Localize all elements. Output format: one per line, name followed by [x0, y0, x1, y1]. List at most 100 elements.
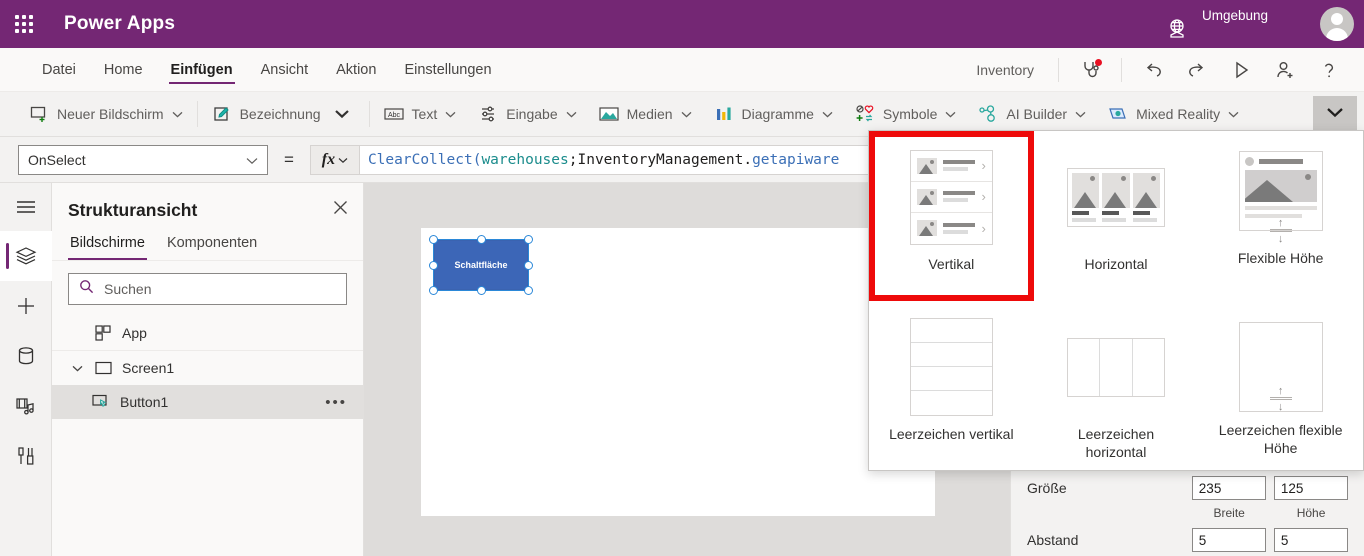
resize-handle-se[interactable]	[524, 286, 533, 295]
ribbon-medien[interactable]: Medien	[588, 92, 703, 137]
chevron-down-icon	[945, 105, 956, 123]
ribbon-new-screen[interactable]: Neuer Bildschirm	[18, 92, 194, 137]
ribbon-text[interactable]: Abc Text	[373, 92, 468, 137]
fx-label: fx	[321, 150, 336, 168]
chevron-down-icon	[1228, 105, 1239, 123]
tree-view-header: Strukturansicht	[52, 183, 363, 231]
mixed-reality-icon	[1108, 104, 1128, 124]
resize-handle-ne[interactable]	[524, 235, 533, 244]
gallery-option-label: Leerzeichen flexible Höhe	[1218, 422, 1343, 456]
help-icon[interactable]	[1308, 52, 1350, 88]
tree-node-app[interactable]: App	[52, 315, 363, 351]
flexible-height-indicator: ↑ ↓	[1269, 386, 1292, 413]
insert-plus-icon[interactable]	[0, 281, 52, 331]
chevron-down-icon[interactable]	[329, 101, 355, 127]
top-header-right: Umgebung	[1164, 0, 1364, 48]
menu-item-aktion[interactable]: Aktion	[324, 48, 388, 92]
menu-item-datei[interactable]: Datei	[30, 48, 88, 92]
tree-node-label: App	[122, 324, 147, 341]
tab-bildschirme[interactable]: Bildschirme	[68, 231, 147, 260]
search-input[interactable]: Suchen	[68, 273, 347, 305]
tree-node-button1[interactable]: Button1 •••	[52, 385, 363, 419]
blank-flexible-height-thumb: ↑ ↓	[1238, 319, 1323, 415]
formula-token: ClearCollect(	[367, 151, 482, 168]
ribbon-bezeichnung[interactable]: Bezeichnung	[201, 92, 366, 137]
advanced-tools-icon[interactable]	[0, 431, 52, 481]
gallery-option-flexible-hoehe[interactable]: ↑ ↓ Flexible Höhe	[1198, 131, 1363, 301]
data-database-icon[interactable]	[0, 331, 52, 381]
menu-bar: Datei Home Einfügen Ansicht Aktion Einst…	[0, 48, 1364, 92]
search-wrapper: Suchen	[52, 261, 363, 315]
chevron-down-icon	[1326, 105, 1344, 123]
tree-view-layers-icon[interactable]	[0, 231, 52, 281]
resize-handle-n[interactable]	[476, 235, 486, 244]
ribbon-label: Medien	[626, 106, 673, 122]
environment-label: Umgebung	[1201, 8, 1268, 23]
gallery-option-label: Leerzeichen horizontal	[1077, 426, 1155, 460]
gallery-option-label: Vertikal	[928, 256, 975, 272]
formula-token: warehouses	[481, 151, 569, 168]
tab-komponenten[interactable]: Komponenten	[165, 231, 259, 260]
undo-icon[interactable]	[1132, 52, 1174, 88]
resize-handle-sw[interactable]	[429, 286, 438, 295]
height-input[interactable]: 125	[1273, 476, 1349, 500]
width-input[interactable]: 235	[1191, 476, 1266, 500]
media-image-icon	[599, 104, 619, 124]
ai-builder-icon	[978, 104, 998, 124]
blank-horizontal-thumb	[1066, 319, 1165, 415]
search-icon	[79, 279, 94, 299]
gallery-options-grid: › › › Vertikal Horizontal ↑ ↓ Flexible H…	[869, 131, 1363, 471]
gallery-option-leerzeichen-vertikal[interactable]: Leerzeichen vertikal	[869, 301, 1034, 471]
app-name-label[interactable]: Inventory	[962, 62, 1048, 78]
resize-handle-e[interactable]	[524, 260, 533, 270]
ribbon-diagramme[interactable]: Diagramme	[703, 92, 844, 137]
app-icon	[94, 324, 112, 341]
property-dropdown[interactable]: OnSelect	[18, 144, 268, 175]
left-icon-rail	[0, 183, 52, 556]
avatar[interactable]	[1320, 7, 1354, 41]
padding-x-input[interactable]: 5	[1191, 528, 1266, 552]
text-abc-icon: Abc	[383, 104, 404, 124]
more-ellipsis-icon[interactable]: •••	[325, 394, 347, 411]
media-library-icon[interactable]	[0, 381, 52, 431]
chevron-down-icon[interactable]	[70, 365, 84, 372]
chevron-down-icon	[445, 105, 456, 123]
gallery-option-vertikal[interactable]: › › › Vertikal	[869, 131, 1034, 301]
menu-item-einfuegen[interactable]: Einfügen	[159, 48, 245, 92]
ribbon-eingabe[interactable]: Eingabe	[467, 92, 587, 137]
chevron-down-icon	[681, 105, 692, 123]
gallery-option-leerzeichen-horizontal[interactable]: Leerzeichen horizontal	[1034, 301, 1199, 471]
menu-item-ansicht[interactable]: Ansicht	[249, 48, 321, 92]
app-launcher-icon[interactable]	[0, 0, 48, 48]
hamburger-menu-icon[interactable]	[0, 183, 52, 231]
gallery-option-horizontal[interactable]: Horizontal	[1034, 131, 1199, 301]
input-sliders-icon	[478, 104, 498, 124]
property-row-abstand: Abstand 5 5	[1011, 523, 1364, 556]
environment-switcher[interactable]: Umgebung	[1164, 6, 1268, 42]
resize-handle-nw[interactable]	[429, 235, 438, 244]
property-label: Größe	[1027, 480, 1067, 496]
ribbon-label: AI Builder	[1006, 106, 1068, 122]
play-preview-icon[interactable]	[1220, 52, 1262, 88]
ribbon-label: Mixed Reality	[1136, 106, 1221, 122]
button-icon	[92, 394, 110, 410]
tree-node-screen1[interactable]: Screen1	[52, 351, 363, 385]
resize-handle-w[interactable]	[429, 260, 438, 270]
environment-globe-icon	[1164, 16, 1190, 42]
charts-bar-icon	[714, 104, 734, 124]
equals-sign: =	[284, 149, 294, 169]
redo-icon[interactable]	[1176, 52, 1218, 88]
padding-y-input[interactable]: 5	[1273, 528, 1349, 552]
app-canvas[interactable]: Schaltfläche	[421, 228, 935, 516]
menu-item-home[interactable]: Home	[92, 48, 155, 92]
menu-item-einstellungen[interactable]: Einstellungen	[392, 48, 503, 92]
ribbon-label: Diagramme	[741, 106, 814, 122]
divider	[368, 101, 370, 127]
resize-handle-s[interactable]	[476, 286, 486, 295]
fx-button[interactable]: fx	[309, 144, 360, 175]
app-checker-icon[interactable]	[1069, 52, 1111, 88]
share-person-icon[interactable]	[1264, 52, 1306, 88]
ribbon-overflow-button[interactable]	[1313, 96, 1357, 132]
close-icon[interactable]	[332, 199, 349, 221]
gallery-option-leerzeichen-flexible-hoehe[interactable]: ↑ ↓ Leerzeichen flexible Höhe	[1198, 301, 1363, 471]
